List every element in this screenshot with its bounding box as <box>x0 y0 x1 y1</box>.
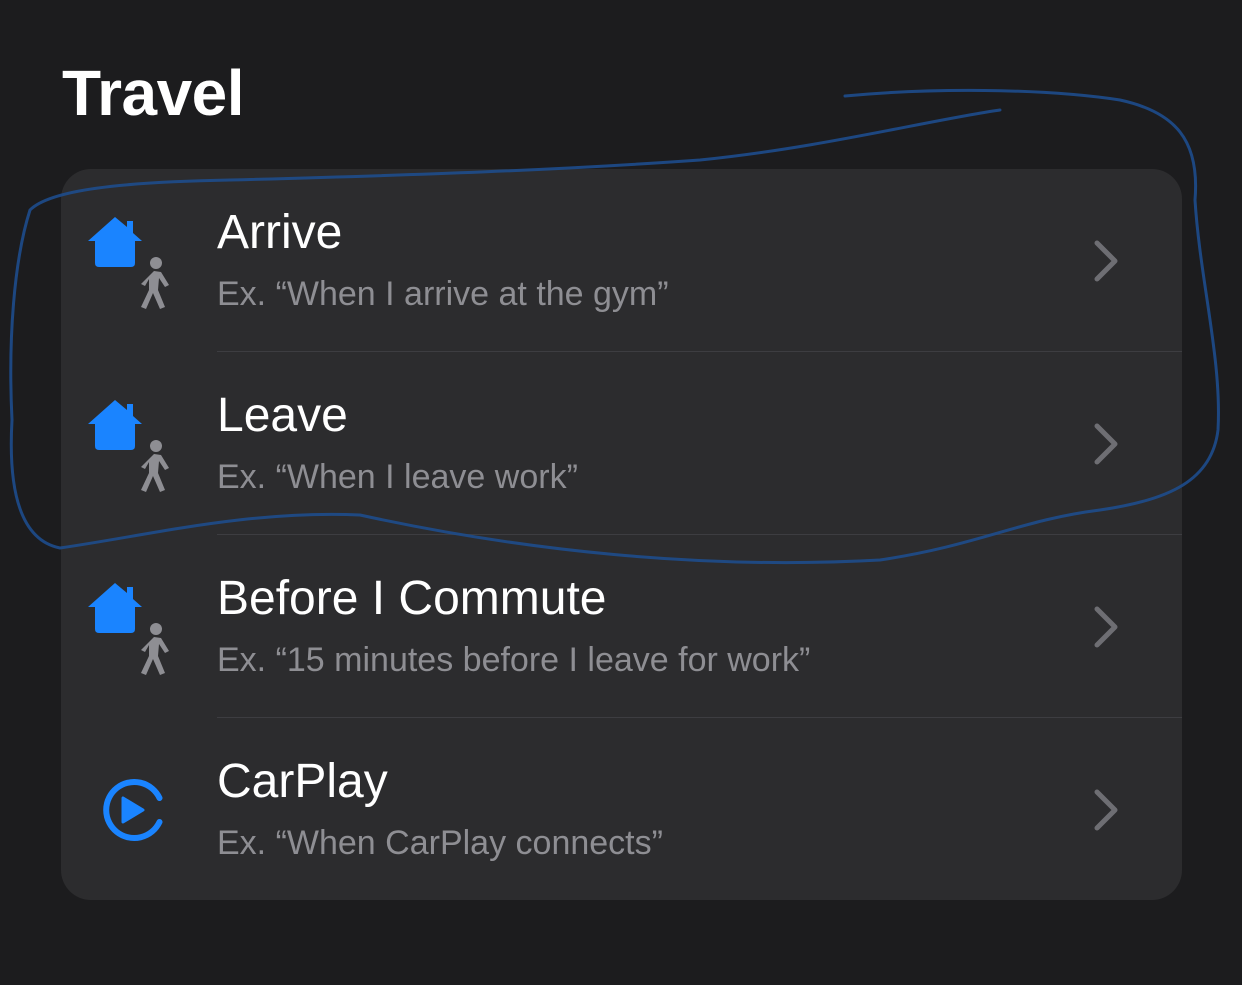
section-title: Travel <box>62 57 245 129</box>
trigger-title: Before I Commute <box>217 572 607 625</box>
chevron-right-icon <box>1094 789 1118 831</box>
travel-triggers-card: Arrive Ex. “When I arrive at the gym” Le… <box>61 169 1182 900</box>
trigger-example: Ex. “When I leave work” <box>217 458 578 496</box>
automation-page: Travel Arrive Ex. “When I arrive at the … <box>0 0 1242 985</box>
trigger-row-leave[interactable]: Leave Ex. “When I leave work” <box>61 352 1182 535</box>
trigger-row-before-commute[interactable]: Before I Commute Ex. “15 minutes before … <box>61 535 1182 718</box>
trigger-example: Ex. “When CarPlay connects” <box>217 824 663 862</box>
chevron-right-icon <box>1094 423 1118 465</box>
trigger-title: Arrive <box>217 206 343 259</box>
trigger-title: CarPlay <box>217 755 388 808</box>
carplay-icon <box>103 779 163 841</box>
trigger-example: Ex. “15 minutes before I leave for work” <box>217 641 811 679</box>
home-walk-icon <box>88 217 169 309</box>
trigger-row-arrive[interactable]: Arrive Ex. “When I arrive at the gym” <box>61 169 1182 352</box>
chevron-right-icon <box>1094 606 1118 648</box>
trigger-row-carplay[interactable]: CarPlay Ex. “When CarPlay connects” <box>61 718 1182 900</box>
trigger-example: Ex. “When I arrive at the gym” <box>217 275 669 313</box>
trigger-title: Leave <box>217 389 348 442</box>
chevron-right-icon <box>1094 240 1118 282</box>
home-walk-icon <box>88 400 169 492</box>
home-walk-icon <box>88 583 169 675</box>
